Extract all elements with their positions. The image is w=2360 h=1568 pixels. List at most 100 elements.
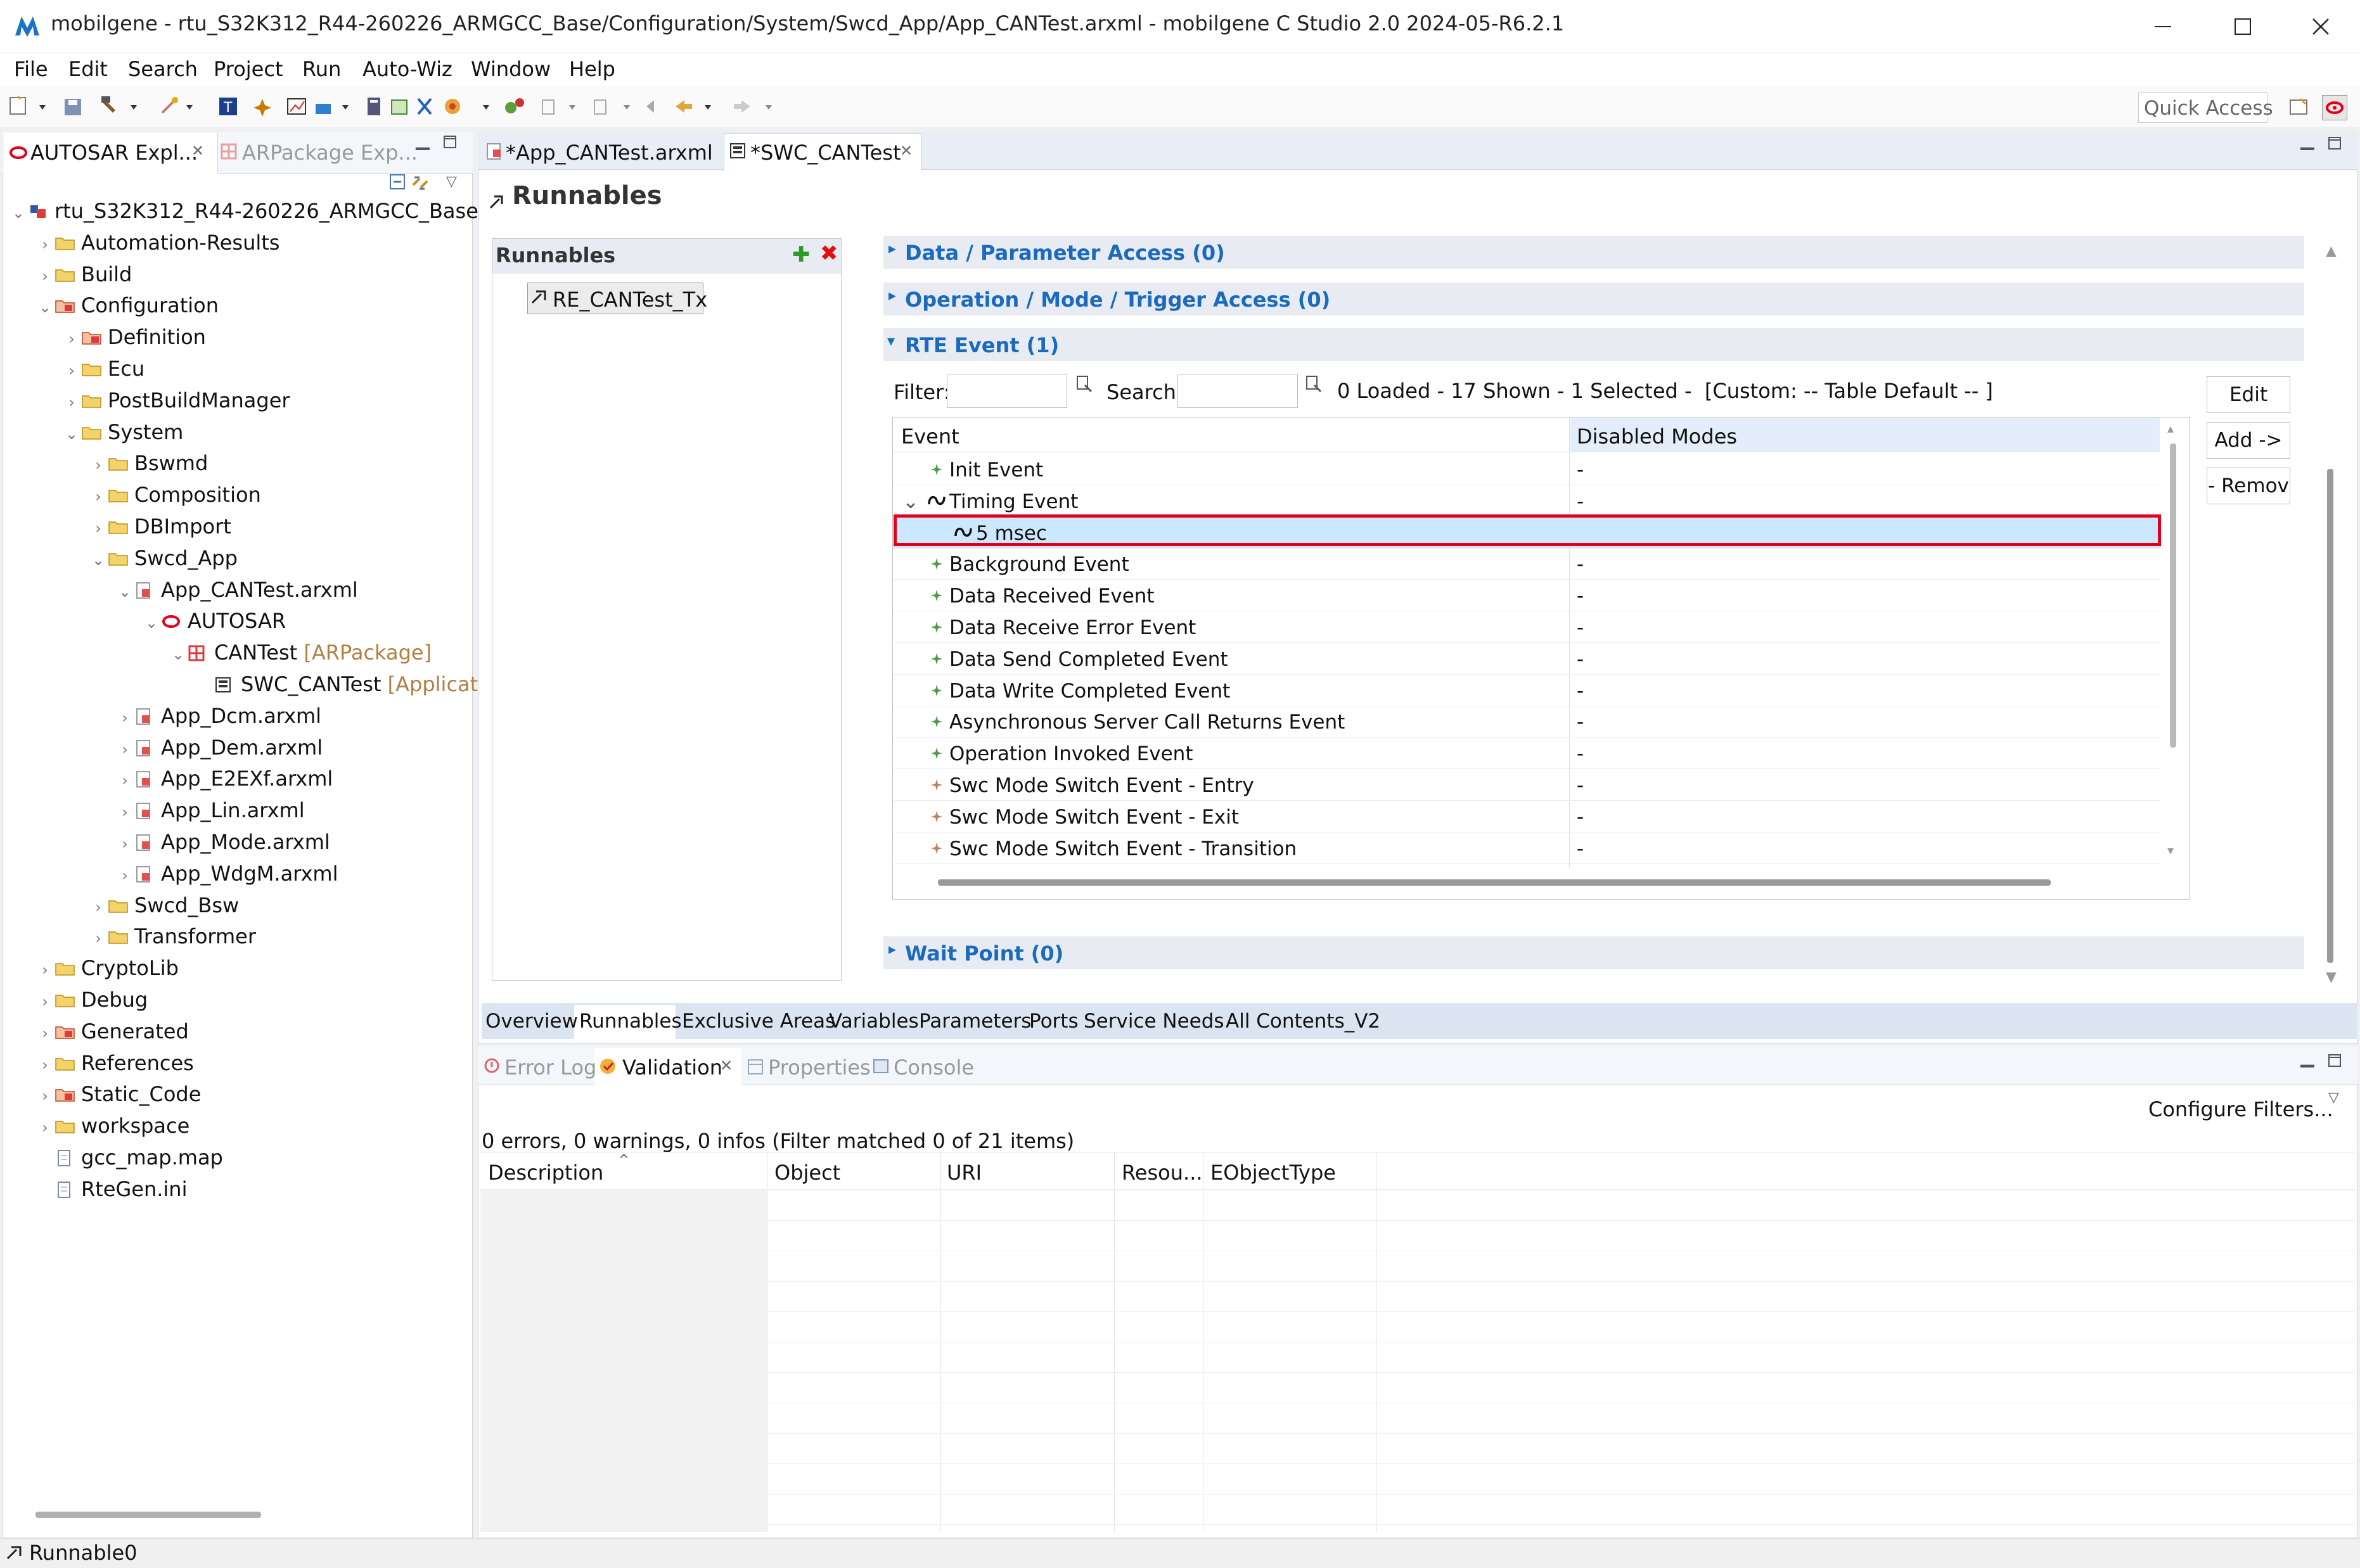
close-tab-icon[interactable]: ✕ <box>900 142 913 160</box>
panel-minimize-icon[interactable]: ▁ <box>2300 1047 2314 1068</box>
column-header-object[interactable]: Object <box>774 1161 840 1185</box>
tree-item[interactable]: ⌄ AUTOSAR <box>142 609 286 637</box>
horizontal-scrollbar[interactable] <box>35 1512 261 1518</box>
table-row[interactable]: Background Event - <box>894 548 2161 580</box>
close-tab-icon[interactable]: ✕ <box>720 1057 733 1074</box>
column-header-uri[interactable]: URI <box>947 1161 982 1185</box>
expand-arrow-icon[interactable]: › <box>62 362 81 379</box>
collapse-arrow-icon[interactable]: ⌄ <box>142 614 161 632</box>
page-tab-service-needs[interactable]: Service Needs <box>1084 1010 1224 1033</box>
menu-file[interactable]: File <box>14 57 48 81</box>
tree-item[interactable]: › App_WdgM.arxml <box>115 862 338 889</box>
menu-window[interactable]: Window <box>471 57 551 81</box>
table-row[interactable]: Swc Mode Switch Event - Transition - <box>894 832 2161 864</box>
tree-item[interactable]: › Swcd_Bsw <box>89 893 239 921</box>
tree-item[interactable]: ⌄ Configuration <box>35 293 219 321</box>
tree-item[interactable]: › CryptoLib <box>35 956 179 984</box>
column-header-event[interactable]: Event <box>901 424 959 449</box>
tab-arpackage-explorer[interactable]: ARPackage Exp... <box>242 141 418 165</box>
tree-item[interactable]: › PostBuildManager <box>62 388 290 416</box>
page-tab-parameters[interactable]: Parameters <box>919 1010 1031 1033</box>
tree-item[interactable]: ⌄ System <box>62 420 183 448</box>
expand-arrow-icon[interactable]: › <box>89 898 108 916</box>
menu-help[interactable]: Help <box>569 57 615 81</box>
expand-arrow-icon[interactable]: › <box>115 867 134 884</box>
expand-arrow-icon[interactable]: › <box>35 267 55 285</box>
editor-vertical-scrollbar[interactable] <box>2327 469 2333 963</box>
tree-item[interactable]: › workspace <box>35 1114 189 1142</box>
tab-console[interactable]: Console <box>894 1055 974 1080</box>
edit-button[interactable]: Edit <box>2207 376 2290 413</box>
menu-project[interactable]: Project <box>214 57 283 81</box>
expand-arrow-icon[interactable]: › <box>115 709 134 727</box>
add-button[interactable]: Add -> <box>2207 422 2290 459</box>
table-row[interactable]: Data Received Event - <box>894 580 2161 611</box>
expand-arrow-icon[interactable]: › <box>35 236 55 253</box>
delete-runnable-icon[interactable]: ✖ <box>820 241 838 266</box>
expand-arrow-icon[interactable]: › <box>115 835 134 853</box>
tree-item[interactable]: › Generated <box>35 1019 189 1047</box>
tab-error-log[interactable]: Error Log <box>504 1055 596 1080</box>
menu-run[interactable]: Run <box>302 57 341 81</box>
table-row[interactable]: Asynchronous Server Call Returns Event - <box>894 706 2161 737</box>
tree-item[interactable]: › Ecu <box>62 357 144 385</box>
search-input[interactable] <box>1177 374 1298 408</box>
expand-arrow-icon[interactable]: › <box>89 929 108 947</box>
close-tab-icon[interactable]: ✕ <box>191 142 204 160</box>
quick-access-field[interactable]: Quick Access <box>2138 92 2273 123</box>
open-perspective-icon[interactable] <box>2288 96 2311 118</box>
scroll-down-icon[interactable]: ▾ <box>2167 843 2174 858</box>
menu-search[interactable]: Search <box>128 57 198 81</box>
page-tab-all-contents-v2[interactable]: All Contents_V2 <box>1226 1010 1380 1033</box>
tab-properties[interactable]: Properties <box>768 1055 871 1080</box>
tree-item[interactable]: › References <box>35 1051 194 1079</box>
page-tab-ports[interactable]: Ports <box>1029 1010 1079 1033</box>
expand-arrow-icon[interactable]: › <box>62 330 81 348</box>
editor-minimize-icon[interactable]: ▁ <box>2300 129 2314 150</box>
expand-arrow-icon[interactable]: › <box>35 1119 55 1137</box>
editor-scroll-up-icon[interactable]: ▲ <box>2326 243 2337 259</box>
table-row[interactable]: Init Event - <box>894 454 2161 485</box>
tree-item[interactable]: › Static_Code <box>35 1082 201 1110</box>
collapse-arrow-icon[interactable]: ⌄ <box>62 425 81 443</box>
tree-item[interactable]: › App_Dcm.arxml <box>115 704 321 732</box>
table-row[interactable]: Data Send Completed Event - <box>894 643 2161 675</box>
tree-item[interactable]: ⌄ App_CANTest.arxml <box>115 578 358 606</box>
view-menu-icon[interactable]: ▽ <box>446 174 457 189</box>
expand-arrow-icon[interactable]: › <box>89 456 108 474</box>
table-row[interactable]: Data Receive Error Event - <box>894 611 2161 643</box>
tree-item[interactable]: › DBImport <box>89 514 231 542</box>
tab-app-cantest-arxml[interactable]: *App_CANTest.arxml <box>506 141 713 165</box>
column-header-eobjecttype[interactable]: EObjectType <box>1210 1161 1336 1185</box>
tree-item[interactable]: › App_Mode.arxml <box>115 830 330 858</box>
table-row[interactable]: Data Write Completed Event - <box>894 675 2161 706</box>
expand-arrow-icon[interactable]: › <box>35 1024 55 1042</box>
table-row[interactable]: Operation Invoked Event - <box>894 737 2161 769</box>
collapse-arrow-icon[interactable]: ⌄ <box>89 551 108 569</box>
tree-item[interactable]: ⌄ rtu_S32K312_R44-260226_ARMGCC_Base <box>9 199 478 227</box>
tab-validation[interactable]: Validation <box>622 1055 722 1080</box>
close-button[interactable] <box>2281 0 2360 53</box>
tree-item[interactable]: › App_E2EXf.arxml <box>115 767 333 794</box>
clear-search-icon[interactable] <box>1304 374 1324 393</box>
expand-arrow-icon[interactable]: › <box>115 741 134 758</box>
table-row[interactable]: Swc Mode Switch Event - Entry - <box>894 769 2161 801</box>
tree-item[interactable]: › Automation-Results <box>35 231 279 258</box>
tree-item[interactable]: › App_Dem.arxml <box>115 736 323 763</box>
collapse-arrow-icon[interactable]: ⌄ <box>902 490 919 513</box>
column-header-description[interactable]: Description <box>488 1161 603 1185</box>
collapse-arrow-icon[interactable]: ⌄ <box>9 204 28 222</box>
tree-item[interactable]: › Transformer <box>89 924 256 952</box>
table-row[interactable]: Swc Mode Switch Event - Exit - <box>894 801 2161 832</box>
editor-maximize-icon[interactable] <box>2327 136 2342 151</box>
maximize-view-icon[interactable] <box>442 134 458 150</box>
tree-item[interactable]: › Bswmd <box>89 451 208 479</box>
minimize-view-icon[interactable]: ▁ <box>416 129 430 150</box>
configure-filters-link[interactable]: Configure Filters... <box>2148 1097 2333 1121</box>
tree-item[interactable]: › Definition <box>62 325 206 353</box>
autosar-perspective-icon[interactable] <box>2322 95 2347 120</box>
collapse-all-icon[interactable] <box>388 172 407 191</box>
view-menu-icon[interactable]: ▽ <box>2328 1090 2339 1106</box>
clear-filter-icon[interactable] <box>1075 374 1095 393</box>
editor-scroll-down-icon[interactable]: ▼ <box>2326 969 2337 985</box>
